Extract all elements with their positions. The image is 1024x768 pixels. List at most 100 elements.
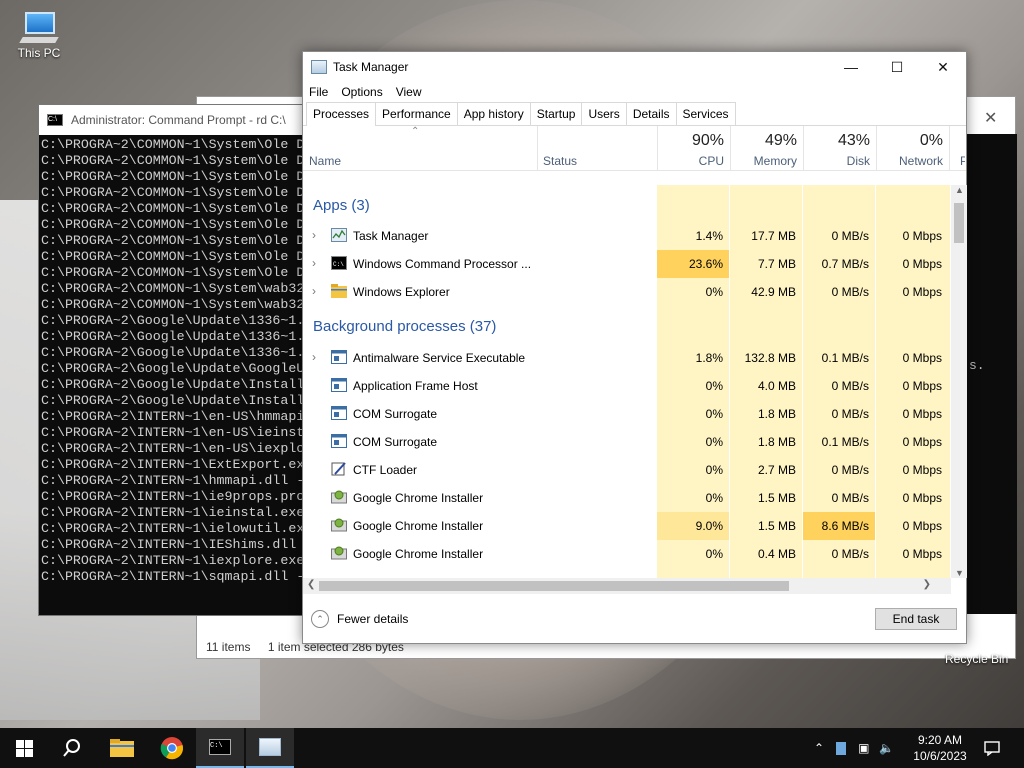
tab-app-history[interactable]: App history <box>456 102 531 125</box>
tab-services[interactable]: Services <box>675 102 736 125</box>
cmd-line: C:\PROGRA~2\INTERN~1\en-US\ieinst <box>41 425 305 440</box>
tab-details[interactable]: Details <box>625 102 677 125</box>
process-name: Application Frame Host <box>353 379 478 393</box>
chevron-right-icon[interactable]: › <box>312 350 316 364</box>
close-button[interactable]: ✕ <box>920 52 966 82</box>
tab-performance[interactable]: Performance <box>375 102 458 125</box>
fewer-details-button[interactable]: ⌃ Fewer details <box>311 610 408 628</box>
installer-icon <box>331 546 347 561</box>
cmd-line: C:\PROGRA~2\COMMON~1\System\Ole D <box>41 217 305 232</box>
tab-users[interactable]: Users <box>581 102 627 125</box>
chevron-right-icon[interactable]: › <box>312 228 316 242</box>
folder-icon <box>331 284 347 299</box>
process-name: CTF Loader <box>353 463 418 477</box>
cmd-line: C:\PROGRA~2\COMMON~1\System\Ole D <box>41 153 305 168</box>
column-header-memory[interactable]: 49% Memory <box>730 126 803 171</box>
tab-startup[interactable]: Startup <box>529 102 583 125</box>
process-memory: 0.4 MB <box>757 547 796 561</box>
process-memory: 1.5 MB <box>757 491 796 505</box>
process-disk: 0 MB/s <box>831 463 869 477</box>
vertical-scroll-thumb[interactable] <box>954 203 964 243</box>
process-network: 0 Mbps <box>902 285 942 299</box>
process-row[interactable]: COM Surrogate 0% 1.8 MB 0.1 MB/s 0 Mbps <box>303 428 950 456</box>
taskbar-command-prompt[interactable]: C:\ <box>196 728 244 768</box>
tray-app-icon[interactable] <box>836 741 847 755</box>
process-row[interactable]: CTF Loader 0% 2.7 MB 0 MB/s 0 Mbps <box>303 456 950 484</box>
column-header-cpu[interactable]: 90% CPU <box>657 126 730 171</box>
scroll-down-icon[interactable]: ▼ <box>955 568 964 578</box>
maximize-button[interactable]: ☐ <box>874 52 920 82</box>
installer-icon <box>331 490 347 505</box>
process-row[interactable]: › Task Manager 1.4% 17.7 MB 0 MB/s 0 Mbps <box>303 222 950 250</box>
action-center[interactable] <box>984 728 1000 768</box>
process-name: Google Chrome Installer <box>353 491 484 505</box>
start-button[interactable] <box>0 728 48 768</box>
process-memory: 4.0 MB <box>757 379 796 393</box>
tab-processes[interactable]: Processes <box>306 102 377 126</box>
column-header-disk[interactable]: 43% Disk <box>803 126 876 171</box>
chevron-right-icon[interactable]: › <box>312 284 316 298</box>
explorer-preview-pane: s. <box>965 134 1017 614</box>
scroll-right-icon[interactable]: ❯ <box>923 579 931 590</box>
notification-icon <box>984 741 1000 756</box>
process-cpu: 9.0% <box>657 512 729 540</box>
horizontal-scroll-thumb[interactable] <box>319 581 789 591</box>
process-row[interactable]: Google Chrome Installer 0% 1.5 MB 0 MB/s 0 M… <box>303 484 950 512</box>
network-total: 0% <box>919 132 943 149</box>
process-network: 0 Mbps <box>902 519 942 533</box>
process-memory: 1.8 MB <box>757 435 796 449</box>
process-row[interactable]: Application Frame Host 0% 4.0 MB 0 MB/s 0 Mb… <box>303 372 950 400</box>
volume-muted-icon[interactable]: 🔈 <box>879 741 894 755</box>
menu-view[interactable]: View <box>396 85 422 99</box>
column-header-name[interactable]: Name <box>309 154 341 168</box>
command-prompt-window[interactable]: C:\ Administrator: Command Prompt - rd C… <box>38 104 318 616</box>
service-icon <box>331 434 347 449</box>
taskbar-chrome[interactable] <box>148 728 196 768</box>
process-row[interactable]: Google Chrome Installer 0% 0.4 MB 0 MB/s 0 M… <box>303 540 950 568</box>
search-button[interactable] <box>48 728 96 768</box>
process-list[interactable]: Apps (3) › Task Manager 1.4% 17.7 MB 0 MB/s 0 … <box>303 185 950 578</box>
items-count: 11 items <box>206 640 251 654</box>
scroll-up-icon[interactable]: ▲ <box>955 185 964 195</box>
process-row[interactable]: Google Chrome Installer 9.0% 1.5 MB 8.6 MB/… <box>303 512 950 540</box>
cmd-line: C:\PROGRA~2\COMMON~1\System\wab32 <box>41 297 305 312</box>
taskbar-task-manager[interactable] <box>246 728 294 768</box>
explorer-close-icon[interactable]: ✕ <box>984 108 997 128</box>
show-hidden-icons-chevron-icon[interactable]: ⌃ <box>814 741 824 755</box>
desktop-icon-recycle-bin[interactable]: Recycle Bin <box>945 652 1008 666</box>
cmd-title-bar[interactable]: C:\ Administrator: Command Prompt - rd C… <box>39 105 317 135</box>
chevron-right-icon[interactable]: › <box>312 256 316 270</box>
column-header-power[interactable]: P <box>949 126 965 171</box>
process-name: Windows Command Processor ... <box>353 257 532 271</box>
process-cpu: 0% <box>705 407 723 421</box>
taskbar-file-explorer[interactable] <box>98 728 146 768</box>
menu-file[interactable]: File <box>309 85 328 99</box>
process-cpu: 0% <box>705 491 723 505</box>
process-network: 0 Mbps <box>902 229 942 243</box>
process-row[interactable]: › Antimalware Service Executable 1.8% 132.8… <box>303 344 950 372</box>
fewer-details-label: Fewer details <box>337 612 409 626</box>
minimize-button[interactable]: — <box>828 52 874 82</box>
process-disk: 0 MB/s <box>831 547 869 561</box>
cmd-output[interactable]: C:\PROGRA~2\COMMON~1\System\Ole D C:\PROG… <box>39 135 317 615</box>
desktop-icon-this-pc[interactable]: This PC <box>7 12 71 60</box>
tm-title-bar[interactable]: Task Manager — ☐ ✕ <box>303 52 966 82</box>
process-row[interactable]: › C:\ Windows Command Processor ... 23.6% 7.… <box>303 250 950 278</box>
end-task-button[interactable]: End task <box>875 608 957 630</box>
installer-icon <box>331 518 347 533</box>
cmd-line: C:\PROGRA~2\INTERN~1\en-US\iexplo <box>41 441 305 456</box>
horizontal-scrollbar[interactable]: ❮ ❯ <box>303 578 951 594</box>
cmd-title: Administrator: Command Prompt - rd C:\ <box>71 113 286 127</box>
process-network: 0 Mbps <box>902 257 942 271</box>
task-manager-window[interactable]: Task Manager — ☐ ✕ File Options View Pro… <box>302 51 967 644</box>
process-network: 0 Mbps <box>902 491 942 505</box>
taskbar-clock[interactable]: 9:20 AM 10/6/2023 <box>905 732 975 764</box>
vertical-scrollbar[interactable]: ▲ ▼ <box>951 185 967 578</box>
network-icon[interactable]: ▣ <box>858 741 869 755</box>
process-memory: 2.7 MB <box>757 463 796 477</box>
scroll-left-icon[interactable]: ❮ <box>307 579 315 590</box>
menu-options[interactable]: Options <box>341 85 382 99</box>
process-row[interactable]: › Windows Explorer 0% 42.9 MB 0 MB/s 0 Mbps <box>303 278 950 306</box>
process-row[interactable]: COM Surrogate 0% 1.8 MB 0 MB/s 0 Mbps <box>303 400 950 428</box>
column-header-network[interactable]: 0% Network <box>876 126 949 171</box>
